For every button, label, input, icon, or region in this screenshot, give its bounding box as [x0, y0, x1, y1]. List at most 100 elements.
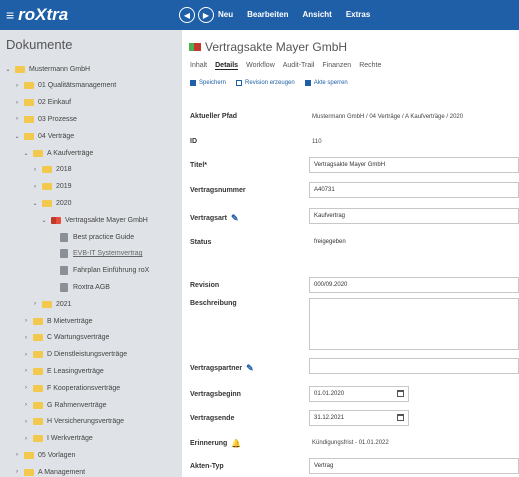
folder-icon — [24, 451, 34, 459]
file-type-field[interactable]: Vertrag — [309, 458, 519, 474]
chevron-right-icon[interactable]: › — [22, 385, 30, 391]
calendar-icon[interactable] — [397, 414, 404, 421]
tree-item-label: Roxtra AGB — [73, 283, 110, 291]
tree-item[interactable]: › I Werkverträge — [0, 431, 93, 447]
save-button[interactable]: Speichern — [190, 80, 226, 86]
chevron-down-icon[interactable]: ⌄ — [13, 133, 21, 140]
tree-item-label: EVB-IT Systemvertrag — [73, 250, 143, 258]
tree-item[interactable]: ⌄ 04 Verträge — [0, 128, 74, 144]
tree-item[interactable]: ⌄ Vertragsakte Mayer GmbH — [0, 212, 148, 228]
chevron-right-icon[interactable]: › — [22, 402, 30, 408]
top-bar: ≡ roXtra ◀ ▶ Neu Bearbeiten Ansicht Extr… — [0, 0, 519, 30]
menu-item-ansicht[interactable]: Ansicht — [302, 10, 331, 19]
tree-item[interactable]: ⌄ Mustermann GmbH — [0, 61, 90, 77]
chevron-right-icon[interactable]: › — [13, 452, 21, 458]
history-nav: ◀ ▶ — [179, 7, 214, 23]
tree-item[interactable]: › 2021 — [0, 296, 72, 312]
create-revision-button[interactable]: Revision erzeugen — [236, 80, 295, 86]
tree-item[interactable]: Best practice Guide — [0, 229, 134, 245]
description-textarea[interactable] — [309, 298, 519, 350]
tree-item[interactable]: › E Leasingverträge — [0, 363, 104, 379]
document-icon — [60, 232, 68, 242]
chevron-down-icon[interactable]: ⌄ — [22, 150, 30, 157]
tree-item[interactable]: › 05 Vorlagen — [0, 447, 75, 463]
save-icon — [190, 80, 196, 86]
tree-item[interactable]: › 2019 — [0, 179, 72, 195]
tree-item[interactable]: Roxtra AGB — [0, 279, 110, 295]
chevron-down-icon[interactable]: ⌄ — [4, 66, 12, 73]
tree-item[interactable]: EVB-IT Systemvertrag — [0, 246, 143, 262]
contract-type-field[interactable]: Kaufvertrag — [309, 208, 519, 224]
title-row: Vertragsakte Mayer GmbH — [189, 40, 347, 54]
main-menu: Neu Bearbeiten Ansicht Extras — [218, 10, 370, 19]
menu-item-extras[interactable]: Extras — [346, 10, 370, 19]
folder-icon — [33, 317, 43, 325]
lock-file-button[interactable]: Akte sperren — [304, 80, 348, 86]
status-field[interactable]: freigegeben — [309, 234, 519, 250]
folder-icon — [42, 300, 52, 308]
chevron-right-icon[interactable]: › — [31, 301, 39, 307]
tree-item[interactable]: › 03 Prozesse — [0, 111, 77, 127]
chevron-right-icon[interactable]: › — [13, 116, 21, 122]
chevron-down-icon[interactable]: ⌄ — [40, 217, 48, 224]
contract-number-field[interactable]: A40731 — [309, 182, 519, 198]
main-panel: Vertragsakte Mayer GmbH Inhalt Details W… — [182, 30, 519, 477]
tree-item[interactable]: › G Rahmenverträge — [0, 397, 107, 413]
chevron-right-icon[interactable]: › — [13, 469, 21, 475]
tree-item-label: Best practice Guide — [73, 233, 135, 241]
chevron-right-icon[interactable]: › — [31, 167, 39, 173]
revision-label-field: Revision — [190, 282, 220, 289]
chevron-right-icon[interactable]: › — [31, 184, 39, 190]
page-title: Vertragsakte Mayer GmbH — [205, 40, 348, 54]
menu-item-neu[interactable]: Neu — [218, 10, 233, 19]
app-logo[interactable]: ≡ roXtra — [6, 5, 68, 25]
partner-field[interactable] — [309, 358, 519, 374]
title-field[interactable]: Vertragsakte Mayer GmbH — [309, 157, 519, 173]
tree-item[interactable]: › C Wartungsverträge — [0, 330, 109, 346]
tree-item[interactable]: › B Mietverträge — [0, 313, 93, 329]
chevron-right-icon[interactable]: › — [22, 352, 30, 358]
reminder-icon[interactable]: 🔔 — [231, 439, 241, 448]
chevron-right-icon[interactable]: › — [13, 83, 21, 89]
tab-rechte[interactable]: Rechte — [359, 62, 381, 70]
tab-audit-trail[interactable]: Audit-Trail — [283, 62, 315, 70]
chevron-right-icon[interactable]: › — [22, 436, 30, 442]
revision-field[interactable]: 000/09.2020 — [309, 277, 519, 293]
calendar-icon[interactable] — [397, 390, 404, 397]
pencil-icon[interactable]: ✎ — [246, 363, 254, 374]
tree-item[interactable]: › D Dienstleistungsverträge — [0, 347, 127, 363]
tab-finanzen[interactable]: Finanzen — [322, 62, 351, 70]
start-date-field[interactable]: 01.01.2020 — [309, 386, 409, 402]
chevron-right-icon[interactable]: › — [22, 318, 30, 324]
tree-item[interactable]: › 01 Qualitätsmanagement — [0, 78, 116, 94]
tree-item[interactable]: ⌄ 2020 — [0, 195, 72, 211]
tree-item[interactable]: › H Versicherungsverträge — [0, 414, 124, 430]
folder-icon — [24, 132, 34, 140]
menu-item-bearbeiten[interactable]: Bearbeiten — [247, 10, 288, 19]
tree-item[interactable]: › 02 Einkauf — [0, 95, 71, 111]
tab-details[interactable]: Details — [215, 62, 239, 70]
toolbar: Speichern Revision erzeugen Akte sperren — [190, 80, 348, 86]
chevron-right-icon[interactable]: › — [22, 335, 30, 341]
lock-label: Akte sperren — [313, 80, 348, 86]
tree-item[interactable]: › F Kooperationsverträge — [0, 380, 120, 396]
folder-icon — [33, 149, 43, 157]
tree-item[interactable]: › A Management — [0, 464, 85, 477]
back-arrow-icon[interactable]: ◀ — [179, 7, 195, 23]
chevron-right-icon[interactable]: › — [22, 368, 30, 374]
file-type-label: Akten-Typ — [190, 463, 224, 470]
reminder-value: Kündigungsfrist - 01.01.2022 — [312, 440, 389, 446]
forward-arrow-icon[interactable]: ▶ — [198, 7, 214, 23]
hamburger-icon[interactable]: ≡ — [6, 7, 14, 23]
chevron-down-icon[interactable]: ⌄ — [31, 200, 39, 207]
tree-item[interactable]: Fahrplan Einführung roX — [0, 263, 149, 279]
chevron-right-icon[interactable]: › — [22, 419, 30, 425]
end-date-field[interactable]: 31.12.2021 — [309, 410, 409, 426]
pencil-icon[interactable]: ✎ — [231, 213, 239, 224]
path-value: Mustermann GmbH / 04 Verträge / A Kaufve… — [312, 114, 464, 120]
tree-item[interactable]: ⌄ A Kaufverträge — [0, 145, 93, 161]
tab-inhalt[interactable]: Inhalt — [190, 62, 207, 70]
tab-workflow[interactable]: Workflow — [246, 62, 275, 70]
chevron-right-icon[interactable]: › — [13, 100, 21, 106]
tree-item[interactable]: › 2018 — [0, 162, 72, 178]
